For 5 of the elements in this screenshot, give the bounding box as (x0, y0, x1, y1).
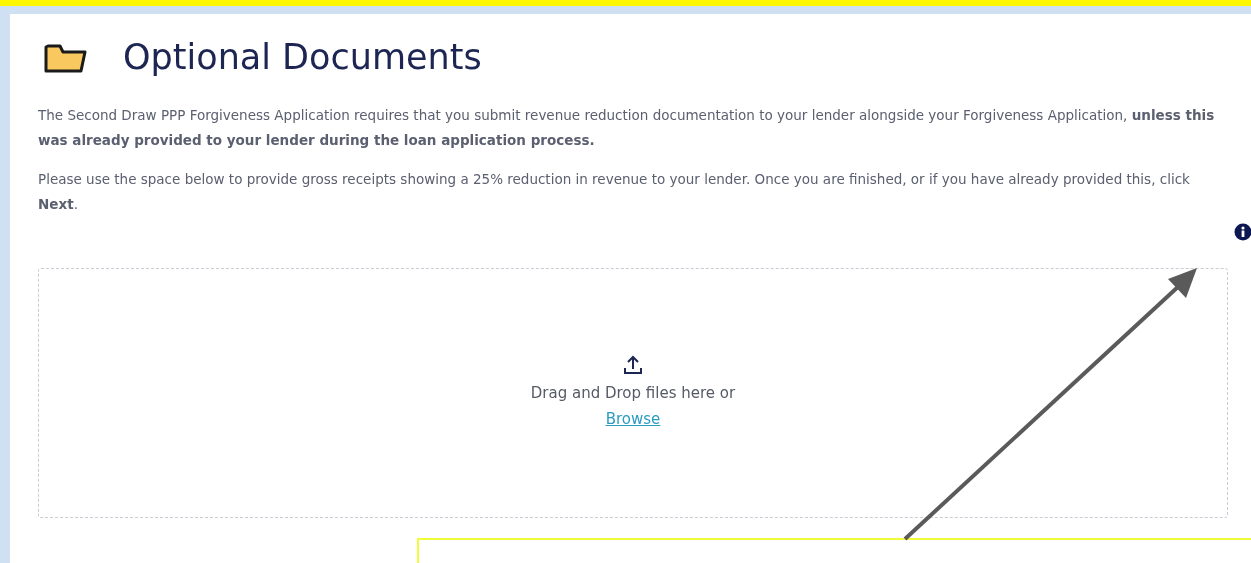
page-heading: Optional Documents (123, 40, 482, 75)
upload-icon (622, 354, 644, 376)
instruction-text: The Second Draw PPP Forgiveness Application requires that you submit revenue reduction documentation to your lender alongside your Forgiveness Application, unless this was already provided to your lender during the loan application process. (38, 106, 1216, 150)
instruction-text: Please use the space below to provide gross receipts showing a 25% reduction in revenue to your lender. Once you are finished, or if you have already provided this, click Next. (38, 170, 1191, 214)
dropzone-prompt: Drag and Drop files here or (530, 383, 736, 404)
